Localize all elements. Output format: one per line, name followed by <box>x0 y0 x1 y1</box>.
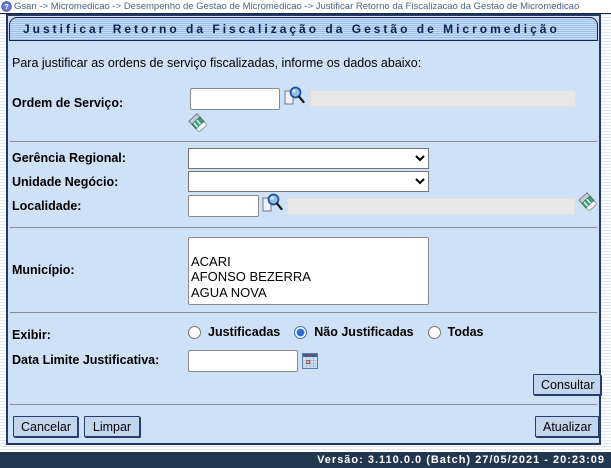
cancelar-button[interactable]: Cancelar <box>13 416 78 437</box>
unidade-negocio-label: Unidade Negócio: <box>12 175 119 189</box>
exibir-option-label[interactable]: Não Justificadas <box>314 325 413 339</box>
calendar-icon[interactable] <box>302 353 318 369</box>
version-bar: Versão: 3.110.0.0 (Batch) 27/05/2021 - 2… <box>0 452 611 468</box>
exibir-radio-group: Justificadas Não Justificadas Todas <box>188 325 493 339</box>
eraser-icon[interactable] <box>578 192 599 213</box>
gerencia-regional-select[interactable] <box>188 148 429 169</box>
exibir-label: Exibir: <box>12 328 51 342</box>
svg-text:?: ? <box>4 2 9 11</box>
exibir-radio[interactable] <box>188 325 201 339</box>
ordem-servico-description-field <box>310 90 576 107</box>
exibir-option-label[interactable]: Justificadas <box>208 325 280 339</box>
separator <box>10 227 597 228</box>
exibir-radio[interactable] <box>427 325 441 339</box>
localidade-label: Localidade: <box>12 199 82 213</box>
search-icon[interactable] <box>283 85 305 107</box>
breadcrumb-text: Gsan -> Micromedicao -> Desempenho de Ge… <box>14 1 580 12</box>
page-title: Justificar Retorno da Fiscalização da Ge… <box>9 17 598 41</box>
main-panel: Justificar Retorno da Fiscalização da Ge… <box>6 14 601 445</box>
eraser-icon[interactable] <box>188 113 209 134</box>
gerencia-regional-label: Gerência Regional: <box>12 151 126 165</box>
municipio-listbox[interactable]: ACARIAFONSO BEZERRAAGUA NOVA <box>188 237 429 305</box>
help-icon[interactable]: ? <box>1 1 12 12</box>
ordem-servico-label: Ordem de Serviço: <box>12 96 124 110</box>
separator <box>10 141 597 142</box>
intro-text: Para justificar as ordens de serviço fis… <box>12 56 422 70</box>
atualizar-button[interactable]: Atualizar <box>535 416 599 437</box>
exibir-radio[interactable] <box>294 325 308 339</box>
breadcrumb: ? Gsan -> Micromedicao -> Desempenho de … <box>0 0 611 14</box>
localidade-input[interactable] <box>188 195 259 217</box>
separator <box>10 404 597 405</box>
ordem-servico-input[interactable] <box>190 88 280 110</box>
unidade-negocio-select[interactable] <box>188 171 429 192</box>
consultar-button[interactable]: Consultar <box>533 374 601 395</box>
data-limite-label: Data Limite Justificativa: <box>12 353 160 367</box>
municipio-label: Município: <box>12 263 75 277</box>
localidade-description-field <box>287 198 575 215</box>
search-icon[interactable] <box>261 192 283 214</box>
version-text: Versão: 3.110.0.0 (Batch) 27/05/2021 - 2… <box>317 454 605 466</box>
data-limite-input[interactable] <box>188 350 298 372</box>
limpar-button[interactable]: Limpar <box>84 416 140 437</box>
exibir-option-label[interactable]: Todas <box>448 325 484 339</box>
separator <box>10 312 597 313</box>
